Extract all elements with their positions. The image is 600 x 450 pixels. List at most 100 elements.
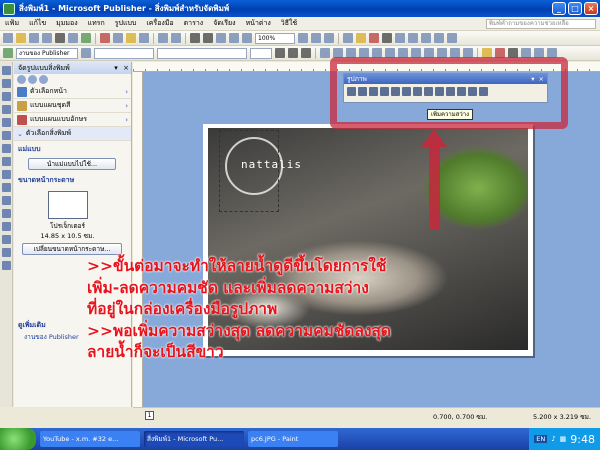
bring-front-icon[interactable] [190, 33, 200, 43]
font-size-select[interactable] [250, 47, 272, 59]
taskpane-item-font-schemes[interactable]: แบบแผนแบบอักษร › [14, 113, 131, 127]
email-icon[interactable] [42, 33, 52, 43]
bold-icon[interactable] [275, 48, 285, 58]
more-contrast-icon[interactable] [369, 87, 378, 96]
task-pane-icon[interactable] [3, 48, 13, 58]
preview-icon[interactable] [68, 33, 78, 43]
font-select[interactable] [157, 47, 247, 59]
color-icon[interactable] [358, 87, 367, 96]
font-color-icon[interactable] [382, 33, 392, 43]
taskpane-item-page-options[interactable]: ตัวเลือกหน้า › [14, 85, 131, 99]
redo-icon[interactable] [171, 33, 181, 43]
more-brightness-icon[interactable] [391, 87, 400, 96]
menu-arrange[interactable]: จัดเรียง [208, 18, 240, 29]
wordart-icon[interactable] [2, 105, 11, 114]
save-icon[interactable] [29, 33, 39, 43]
menu-tools[interactable]: เครื่องมือ [141, 18, 178, 29]
menu-edit[interactable]: แก้ไข [24, 18, 51, 29]
table-icon[interactable] [2, 92, 11, 101]
select-icon[interactable] [2, 66, 11, 75]
zoom-select[interactable]: 100% [255, 32, 295, 44]
arrow-style-icon[interactable] [421, 33, 431, 43]
network-icon[interactable]: ▦ [560, 435, 567, 443]
help-icon[interactable] [324, 33, 334, 43]
menu-table[interactable]: ตาราง [179, 18, 209, 29]
fill-color-icon[interactable] [356, 33, 366, 43]
spelling-icon[interactable] [81, 33, 91, 43]
line-tool-icon[interactable] [2, 144, 11, 153]
menu-file[interactable]: แฟ้ม [0, 18, 24, 29]
text-wrap-icon[interactable] [446, 87, 455, 96]
taskbar-item-paint[interactable]: pc6.JPG - Paint [248, 431, 338, 447]
menu-view[interactable]: มุมมอง [51, 18, 82, 29]
line-style-icon[interactable] [343, 33, 353, 43]
reset-picture-icon[interactable] [479, 87, 488, 96]
send-back-icon[interactable] [203, 33, 213, 43]
toolbar-close-icon[interactable]: × [539, 74, 544, 84]
forward-icon[interactable] [28, 75, 37, 84]
line-weight-icon[interactable] [395, 33, 405, 43]
content-library-icon[interactable] [2, 261, 11, 270]
crop-icon[interactable] [413, 87, 422, 96]
zoom-in-icon[interactable] [311, 33, 321, 43]
rectangle-icon[interactable] [2, 183, 11, 192]
line-style-icon[interactable] [424, 87, 433, 96]
close-button[interactable]: × [584, 2, 598, 15]
menu-help[interactable]: วิธีใช้ [276, 18, 302, 29]
line-color-icon[interactable] [369, 33, 379, 43]
paste-icon[interactable] [126, 33, 136, 43]
html-fragment-icon[interactable] [2, 235, 11, 244]
picture-icon[interactable] [2, 118, 11, 127]
autoshapes-icon[interactable] [2, 196, 11, 205]
special-chars-icon[interactable] [242, 33, 252, 43]
change-page-size-button[interactable]: เปลี่ยนขนาดหน้ากระดาษ... [22, 243, 122, 255]
clipart-icon[interactable] [2, 131, 11, 140]
format-picture-icon[interactable] [457, 87, 466, 96]
menu-window[interactable]: หน้าต่าง [241, 18, 276, 29]
page-navigator[interactable]: 1 [145, 411, 154, 420]
3d-icon[interactable] [447, 33, 457, 43]
taskpane-item-publication-options[interactable]: ⌄ ตัวเลือกสิ่งพิมพ์ [14, 127, 131, 141]
style-select[interactable] [94, 47, 154, 59]
copy-icon[interactable] [113, 33, 123, 43]
help-search-input[interactable]: พิมพ์คำถามของความช่วยเหลือ [486, 18, 596, 29]
taskpane-close-icon[interactable]: × [121, 62, 131, 74]
undo-icon[interactable] [158, 33, 168, 43]
arrow-tool-icon[interactable] [2, 157, 11, 166]
design-gallery-icon[interactable] [2, 248, 11, 257]
publisher-tasks-button[interactable]: งานของ Publisher [16, 47, 78, 59]
toolbar-options-icon[interactable]: ▾ [531, 74, 534, 84]
transparent-color-icon[interactable] [468, 87, 477, 96]
insert-picture-icon[interactable] [347, 87, 356, 96]
new-icon[interactable] [3, 33, 13, 43]
language-indicator[interactable]: EN [534, 435, 548, 443]
taskpane-menu-icon[interactable]: ▾ [111, 62, 121, 74]
taskbar-item-publisher[interactable]: สิ่งพิมพ์1 - Microsoft Pu... [144, 431, 244, 447]
underline-icon[interactable] [301, 48, 311, 58]
back-icon[interactable] [17, 75, 26, 84]
compress-icon[interactable] [435, 87, 444, 96]
apply-template-button[interactable]: นำแม่แบบไปใช้... [28, 158, 116, 170]
format-painter-icon[interactable] [139, 33, 149, 43]
align-left-icon[interactable] [320, 48, 330, 58]
page-size-thumbnail[interactable] [48, 191, 88, 219]
home-icon[interactable] [39, 75, 48, 84]
menu-insert[interactable]: แทรก [83, 18, 110, 29]
less-brightness-icon[interactable] [402, 87, 411, 96]
open-icon[interactable] [16, 33, 26, 43]
maximize-button[interactable]: □ [568, 2, 582, 15]
dash-style-icon[interactable] [408, 33, 418, 43]
columns-icon[interactable] [229, 33, 239, 43]
start-button[interactable] [0, 428, 36, 450]
cut-icon[interactable] [100, 33, 110, 43]
shadow-icon[interactable] [434, 33, 444, 43]
oval-icon[interactable] [2, 170, 11, 179]
style-icon[interactable] [81, 48, 91, 58]
zoom-out-icon[interactable] [298, 33, 308, 43]
italic-icon[interactable] [288, 48, 298, 58]
hotspot-icon[interactable] [2, 209, 11, 218]
taskpane-item-color-schemes[interactable]: แบบแผนชุดสี › [14, 99, 131, 113]
menu-format[interactable]: รูปแบบ [110, 18, 142, 29]
minimize-button[interactable]: _ [552, 2, 566, 15]
print-icon[interactable] [55, 33, 65, 43]
